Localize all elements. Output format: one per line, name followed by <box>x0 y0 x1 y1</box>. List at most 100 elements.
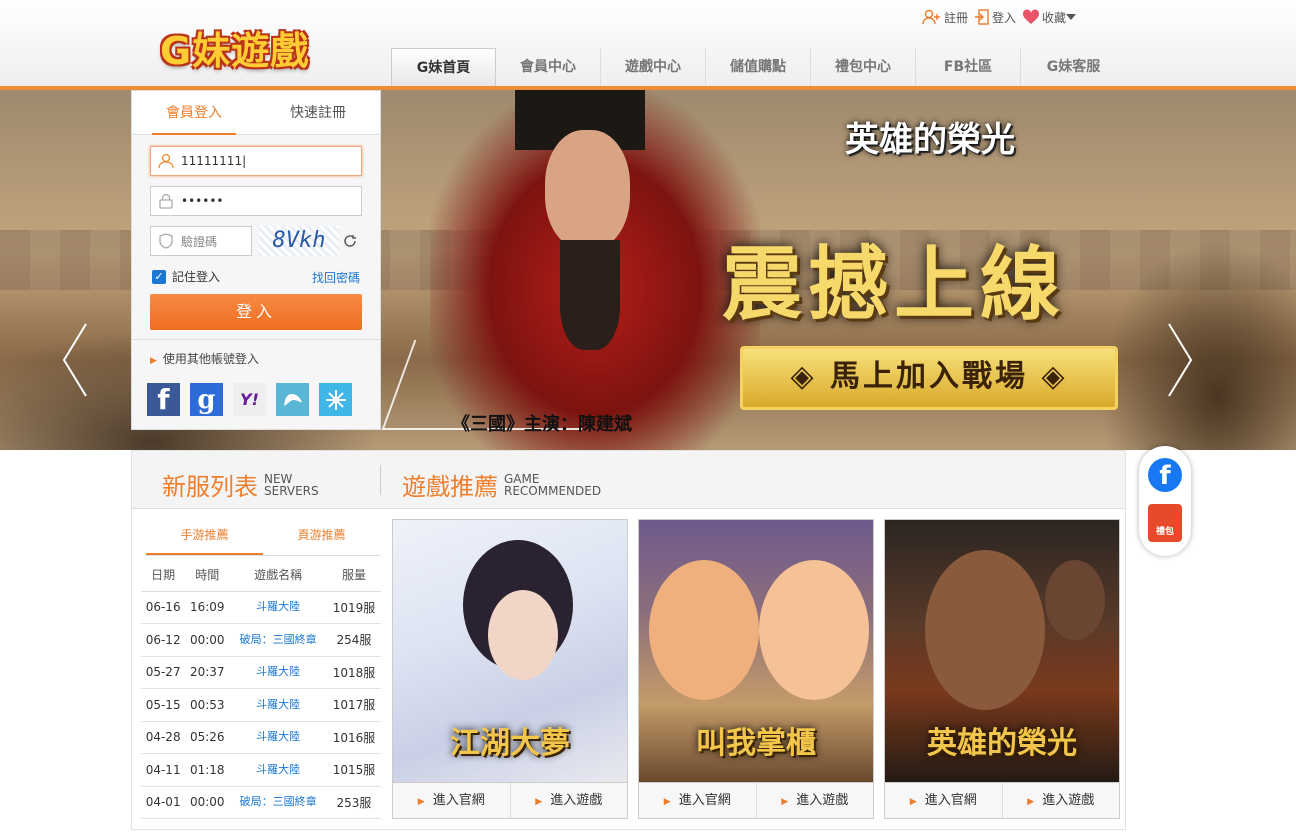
figure-left <box>649 560 759 700</box>
floating-sidebar: f 禮包 <box>1139 446 1191 556</box>
game-card-title: 叫我掌櫃 <box>696 726 816 761</box>
login-icon <box>975 9 989 25</box>
banner-slogan: 震撼上線 <box>722 237 1066 331</box>
nav-topup[interactable]: 儲值購點 <box>706 48 811 86</box>
game-link[interactable]: 破局：三國終章 <box>229 786 327 819</box>
enter-game-button[interactable]: ▶ 進入遊戲 <box>1003 783 1120 818</box>
join-battle-button[interactable]: ◈ 馬上加入戰場 ◈ <box>740 346 1118 410</box>
social-login-row: f g Y! <box>147 383 352 416</box>
triangle-right-icon: ▶ <box>1027 797 1035 807</box>
chevron-right-icon[interactable] <box>1165 320 1195 400</box>
col-date: 日期 <box>141 559 186 592</box>
table-row: 04-28 05:26 斗羅大陸 1016服 <box>141 721 381 754</box>
facebook-icon[interactable]: f <box>147 383 180 416</box>
other-login-link[interactable]: ▶ 使用其他帳號登入 <box>132 339 380 367</box>
game-link[interactable]: 斗羅大陸 <box>229 721 327 754</box>
table-row: 04-11 01:18 斗羅大陸 1015服 <box>141 753 381 787</box>
tab-member-login[interactable]: 會員登入 <box>132 91 256 135</box>
table-row: 05-27 20:37 斗羅大陸 1018服 <box>141 656 381 689</box>
game-card-image[interactable]: 江湖大夢 <box>393 520 627 782</box>
content-panel: 新服列表 NEW SERVERS 遊戲推薦 GAME RECOMMENDED 手游推… <box>131 450 1126 830</box>
game-card-actions: ▶ 進入官網 ▶ 進入遊戲 <box>393 782 627 818</box>
login-button[interactable]: 登入 <box>150 294 362 330</box>
game-card: 江湖大夢 ▶ 進入官網 ▶ 進入遊戲 <box>392 519 628 819</box>
game-link[interactable]: 斗羅大陸 <box>229 591 327 624</box>
tab-web-games[interactable]: 頁游推薦 <box>263 521 380 555</box>
game-link[interactable]: 破局：三國終章 <box>229 623 327 657</box>
table-row: 05-15 00:53 斗羅大陸 1017服 <box>141 688 381 722</box>
game-card-image[interactable]: 英雄的榮光 <box>885 520 1119 782</box>
game-card-actions: ▶ 進入官網 ▶ 進入遊戲 <box>639 782 873 818</box>
nav-support[interactable]: G妹客服 <box>1021 48 1126 86</box>
login-panel: 會員登入 快速註冊 11111111 | •••••• 驗證碼 8Vkh ✓ 記住… <box>131 90 381 430</box>
official-site-button[interactable]: ▶ 進入官網 <box>885 783 1003 818</box>
game-link[interactable]: 斗羅大陸 <box>229 753 327 787</box>
col-time: 時間 <box>185 559 230 592</box>
site-logo[interactable]: G妹遊戲 <box>160 20 309 75</box>
captcha-field[interactable]: 驗證碼 <box>150 226 252 256</box>
username-value: 11111111 <box>181 154 243 168</box>
nav-member[interactable]: 會員中心 <box>496 48 601 86</box>
triangle-right-icon: ▶ <box>909 797 917 807</box>
chevron-left-icon[interactable] <box>60 320 90 400</box>
table-row: 04-01 00:00 破局：三國終章 253服 <box>141 786 381 819</box>
col-server: 服量 <box>326 559 381 592</box>
table-row: 06-12 00:00 破局：三國終章 254服 <box>141 623 381 657</box>
official-site-button[interactable]: ▶ 進入官網 <box>393 783 511 818</box>
snowflake-icon[interactable] <box>319 383 352 416</box>
forgot-password-link[interactable]: 找回密碼 <box>312 269 360 286</box>
facebook-icon[interactable]: f <box>1148 458 1182 492</box>
heart-icon <box>1023 9 1040 24</box>
banner-emperor-face <box>545 130 630 250</box>
official-site-button[interactable]: ▶ 進入官網 <box>639 783 757 818</box>
password-field[interactable]: •••••• <box>150 186 362 216</box>
game-card: 叫我掌櫃 ▶ 進入官網 ▶ 進入遊戲 <box>638 519 874 819</box>
server-tabs: 手游推薦 頁游推薦 <box>146 521 380 556</box>
remember-checkbox[interactable]: ✓ 記住登入 <box>152 268 220 285</box>
main-nav: G妹首頁 會員中心 遊戲中心 儲值購點 禮包中心 FB社區 G妹客服 <box>391 48 1126 86</box>
tab-mobile-games[interactable]: 手游推薦 <box>146 521 263 555</box>
triangle-right-icon: ▶ <box>535 797 543 807</box>
new-servers-heading: 新服列表 NEW SERVERS <box>162 471 319 502</box>
game-recommend-heading: 遊戲推薦 GAME RECOMMENDED <box>402 471 602 502</box>
username-field[interactable]: 11111111 | <box>150 146 362 176</box>
captcha-placeholder: 驗證碼 <box>181 234 218 249</box>
banner-caption: 《三國》主演：陳建斌 <box>452 414 632 435</box>
refresh-icon[interactable] <box>343 234 357 248</box>
figure-right <box>759 560 869 700</box>
table-row: 06-16 16:09 斗羅大陸 1019服 <box>141 591 381 624</box>
col-game: 遊戲名稱 <box>229 559 327 592</box>
game-card: 英雄的榮光 ▶ 進入官網 ▶ 進入遊戲 <box>884 519 1120 819</box>
top-links: 註冊 登入 收藏 <box>922 8 1084 26</box>
google-icon[interactable]: g <box>190 383 223 416</box>
figure-back <box>1045 560 1105 640</box>
game-card-actions: ▶ 進入官網 ▶ 進入遊戲 <box>885 782 1119 818</box>
banner-game-title: 英雄的榮光 <box>845 120 1015 160</box>
nav-gifts[interactable]: 禮包中心 <box>811 48 916 86</box>
game-link[interactable]: 斗羅大陸 <box>229 688 327 722</box>
add-user-icon <box>922 9 940 25</box>
triangle-right-icon: ▶ <box>150 356 157 366</box>
figure-hero <box>925 550 1045 710</box>
yahoo-icon[interactable]: Y! <box>233 383 266 416</box>
register-link[interactable]: 註冊 <box>922 9 968 26</box>
game-card-image[interactable]: 叫我掌櫃 <box>639 520 873 782</box>
gift-icon[interactable]: 禮包 <box>1148 504 1182 542</box>
check-icon: ✓ <box>152 269 166 284</box>
banner-emperor-beard <box>560 240 620 350</box>
login-link[interactable]: 登入 <box>974 9 1016 26</box>
nav-home[interactable]: G妹首頁 <box>391 48 496 86</box>
site-header: G妹遊戲 註冊 登入 收藏 G妹首頁 會員中心 遊戲中心 儲值購點 禮包中心 F… <box>0 0 1296 88</box>
caret-down-icon <box>1066 14 1077 20</box>
lock-icon <box>159 193 173 209</box>
dragon-icon[interactable] <box>276 383 309 416</box>
figure-face <box>488 590 558 680</box>
triangle-right-icon: ▶ <box>781 797 789 807</box>
nav-fb[interactable]: FB社區 <box>916 48 1021 86</box>
nav-games[interactable]: 遊戲中心 <box>601 48 706 86</box>
tab-quick-register[interactable]: 快速註冊 <box>256 91 380 134</box>
favorite-link[interactable]: 收藏 <box>1022 9 1078 26</box>
enter-game-button[interactable]: ▶ 進入遊戲 <box>511 783 628 818</box>
game-link[interactable]: 斗羅大陸 <box>229 656 327 689</box>
enter-game-button[interactable]: ▶ 進入遊戲 <box>757 783 874 818</box>
